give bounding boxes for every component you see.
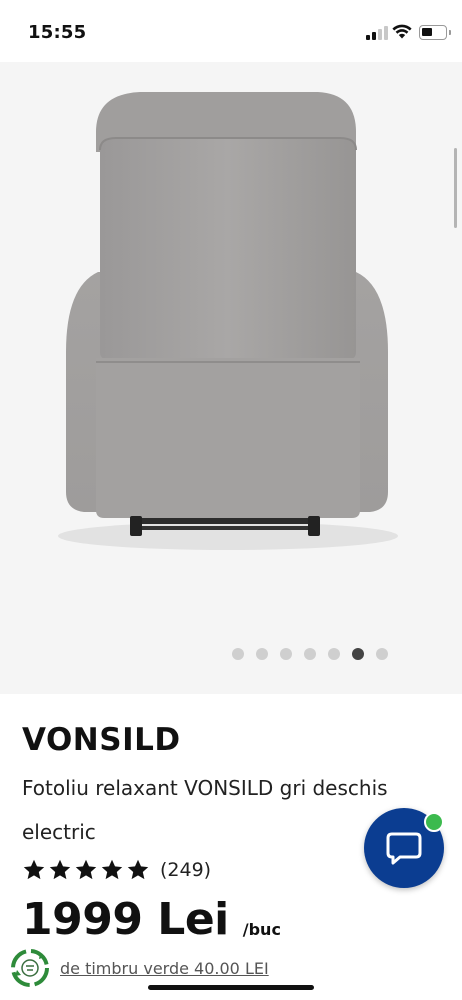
product-name: VONSILD [22,722,181,758]
star-icon [75,859,97,880]
cellular-signal-icon [366,26,388,40]
battery-icon [419,25,451,40]
product-image [58,92,398,550]
scroll-indicator [454,148,457,228]
eco-tax-row[interactable]: de timbru verde 40.00 LEI [10,948,269,988]
gallery-dot-active[interactable] [352,648,364,660]
price-unit: /buc [242,920,281,939]
gallery-pagination[interactable] [232,648,388,660]
gallery-dot[interactable] [376,648,388,660]
wifi-icon [392,24,412,39]
product-image-gallery[interactable] [0,62,462,694]
gallery-dot[interactable] [232,648,244,660]
price-row: 1999 Lei /buc [22,894,281,945]
star-icon [23,859,45,880]
review-count[interactable]: (249) [160,859,211,881]
gallery-dot[interactable] [280,648,292,660]
rating-stars [22,858,150,882]
online-status-badge [424,812,444,832]
gallery-dot[interactable] [304,648,316,660]
recycle-icon [11,949,49,987]
chat-bubble-icon [386,832,422,865]
status-time: 15:55 [28,22,87,43]
star-icon [49,859,71,880]
product-rating[interactable]: (249) [22,858,211,882]
home-indicator [148,985,314,990]
eco-tax-link[interactable]: de timbru verde 40.00 LEI [60,959,269,978]
star-icon [101,859,123,880]
star-icon [127,859,149,880]
gallery-dot[interactable] [256,648,268,660]
product-price: 1999 Lei [22,894,229,945]
gallery-dot[interactable] [328,648,340,660]
status-bar: 15:55 [0,0,462,62]
